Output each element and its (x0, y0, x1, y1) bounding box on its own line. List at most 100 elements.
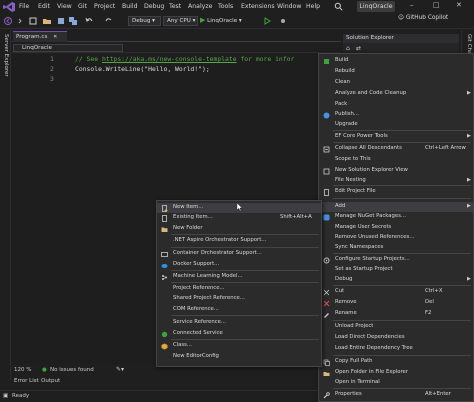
menu-view[interactable]: View (57, 3, 72, 10)
start-without-debugging-icon[interactable] (262, 16, 272, 26)
menu-item-manage-nuget-packages[interactable]: Manage NuGet Packages... (319, 212, 473, 222)
menu-item-label: New Folder (173, 225, 203, 231)
tab-error-list[interactable]: Error List (14, 378, 39, 384)
menu-item-connected-service[interactable]: Connected Service (157, 329, 321, 339)
maximize-icon[interactable]: □ (433, 1, 440, 9)
menu-item-collapse-all-descendants[interactable]: Collapse All Descendants Ctrl+Left Arrow (319, 144, 473, 154)
menu-item-rebuild[interactable]: Rebuild (319, 67, 473, 77)
menu-item-clean[interactable]: Clean (319, 78, 473, 88)
menu-item-open-folder-in-file-explorer[interactable]: Open Folder in File Explorer (319, 368, 473, 378)
menu-item-shortcut: Del (425, 299, 434, 305)
menu-item-new-folder[interactable]: New Folder (157, 224, 321, 234)
menu-item-load-entire-dependency-tree[interactable]: Load Entire Dependency Tree (319, 344, 473, 354)
menu-item-net-aspire-orchestrator-support[interactable]: .NET Aspire Orchestrator Support... (157, 236, 321, 246)
menu-item-edit-project-file[interactable]: Edit Project File (319, 187, 473, 197)
menu-item-label: Container Orchestrator Support... (173, 250, 262, 256)
menu-item-open-in-terminal[interactable]: Open in Terminal (319, 378, 473, 388)
menu-analyze[interactable]: Analyze (188, 3, 212, 10)
status-text: Ready (12, 393, 30, 399)
menu-item-existing-item[interactable]: Existing Item... Shift+Alt+A (157, 213, 321, 223)
tab-output[interactable]: Output (41, 378, 60, 384)
menu-item-load-direct-dependencies[interactable]: Load Direct Dependencies (319, 333, 473, 343)
save-icon[interactable] (56, 16, 66, 26)
menu-tools[interactable]: Tools (218, 3, 233, 10)
menu-item-properties[interactable]: Properties Alt+Enter (319, 390, 473, 400)
menu-project[interactable]: Project (94, 3, 115, 10)
rename-icon (323, 311, 330, 318)
menu-item-unload-project[interactable]: Unload Project (319, 322, 473, 332)
menu-extensions[interactable]: Extensions (241, 3, 275, 10)
menu-item-sync-namespaces[interactable]: Sync Namespaces (319, 243, 473, 253)
menu-item-container-orchestrator-support[interactable]: Container Orchestrator Support... (157, 249, 321, 259)
code-cleanup-icon[interactable]: ✎▾ (116, 366, 124, 373)
menu-item-manage-user-secrets[interactable]: Manage User Secrets (319, 223, 473, 233)
menu-help[interactable]: Help (306, 3, 320, 10)
menu-item-scope-to-this[interactable]: Scope to This (319, 155, 473, 165)
submenu-arrow-icon: ▶ (467, 177, 471, 183)
solution-explorer-header: Solution Explorer (343, 34, 459, 43)
menu-item-new-editorconfig[interactable]: New EditorConfig (157, 352, 321, 362)
menu-item-pack[interactable]: Pack (319, 100, 473, 110)
menu-item-configure-startup-projects[interactable]: Configure Startup Projects... (319, 255, 473, 265)
menu-edit[interactable]: Edit (38, 3, 50, 10)
platform-combo[interactable]: Any CPU ▾ (163, 16, 198, 26)
home-icon[interactable]: ⌂ (346, 45, 350, 52)
menu-item-new-solution-explorer-view[interactable]: New Solution Explorer View (319, 166, 473, 176)
start-debug-button[interactable]: ▶ LinqOracle ▾ (200, 16, 260, 26)
edit-file-icon (323, 189, 330, 196)
menu-item-ef-core-power-tools[interactable]: EF Core Power Tools ▶ (319, 132, 473, 142)
open-folder-icon[interactable] (42, 16, 52, 26)
search-icon[interactable] (334, 2, 343, 11)
menu-file[interactable]: File (19, 3, 29, 10)
menu-item-set-as-startup-project[interactable]: Set as Startup Project (319, 265, 473, 275)
github-copilot-button[interactable]: ☺ GitHub Copilot (398, 15, 448, 21)
template-link[interactable]: https://aka.ms/new-console-template (102, 55, 237, 63)
menu-item-upgrade[interactable]: Upgrade (319, 120, 473, 130)
redo-icon[interactable] (104, 16, 114, 26)
menu-item-machine-learning-model[interactable]: Machine Learning Model... (157, 272, 321, 282)
visual-studio-logo-icon[interactable] (3, 2, 15, 12)
menu-item-remove-unused-references[interactable]: Remove Unused References... (319, 233, 473, 243)
menu-item-class[interactable]: Class... (157, 341, 321, 351)
menu-item-debug[interactable]: Debug ▶ (319, 275, 473, 285)
undo-icon[interactable] (84, 16, 94, 26)
menu-item-rename[interactable]: Rename F2 (319, 309, 473, 319)
project-nav-dropdown[interactable]: LinqOracle (13, 44, 123, 52)
close-icon[interactable]: ✕ (456, 1, 462, 9)
save-all-icon[interactable] (68, 16, 78, 26)
menu-test[interactable]: Test (169, 3, 181, 10)
menu-item-docker-support[interactable]: Docker Support... (157, 260, 321, 270)
back-icon[interactable] (3, 16, 13, 26)
class-icon (161, 343, 168, 350)
server-explorer-tab[interactable]: Server Explorer (1, 34, 10, 94)
tab-program-cs[interactable]: Program.cs ✕ (13, 31, 67, 42)
zoom-level[interactable]: 120 % (14, 367, 31, 373)
minimize-icon[interactable]: – (410, 1, 414, 9)
tab-close-icon[interactable]: ✕ (53, 34, 57, 40)
sync-icon[interactable]: ⇄ (356, 45, 361, 52)
forward-icon[interactable] (15, 16, 25, 26)
menu-build[interactable]: Build (122, 3, 138, 10)
menu-item-publish[interactable]: Publish... (319, 110, 473, 120)
menu-git[interactable]: Git (78, 3, 87, 10)
configuration-combo[interactable]: Debug ▾ (128, 16, 161, 26)
menu-item-copy-full-path[interactable]: Copy Full Path (319, 357, 473, 367)
menu-item-add[interactable]: Add ▶ (319, 202, 473, 212)
new-project-icon[interactable] (28, 16, 38, 26)
toolbar-options-icon[interactable] (278, 16, 288, 26)
menu-window[interactable]: Window (277, 3, 301, 10)
code-line-2[interactable]: Console.WriteLine("Hello, World!"); (75, 65, 210, 73)
code-line-1[interactable]: // See https://aka.ms/new-console-templa… (75, 55, 294, 63)
menu-item-cut[interactable]: Cut Ctrl+X (319, 287, 473, 297)
menu-item-project-reference[interactable]: Project Reference... (157, 284, 321, 294)
menu-item-service-reference[interactable]: Service Reference... (157, 318, 321, 328)
menu-item-shared-project-reference[interactable]: Shared Project Reference... (157, 294, 321, 304)
menu-item-com-reference[interactable]: COM Reference... (157, 305, 321, 315)
menu-item-remove[interactable]: Remove Del (319, 298, 473, 308)
menu-item-label: Collapse All Descendants (335, 145, 402, 151)
menu-debug[interactable]: Debug (144, 3, 164, 10)
menu-item-analyze-and-code-cleanup[interactable]: Analyze and Code Cleanup ▶ (319, 89, 473, 99)
menu-item-build[interactable]: Build (319, 56, 473, 66)
check-icon: ● (42, 367, 47, 373)
issues-indicator[interactable]: No issues found (50, 367, 94, 373)
